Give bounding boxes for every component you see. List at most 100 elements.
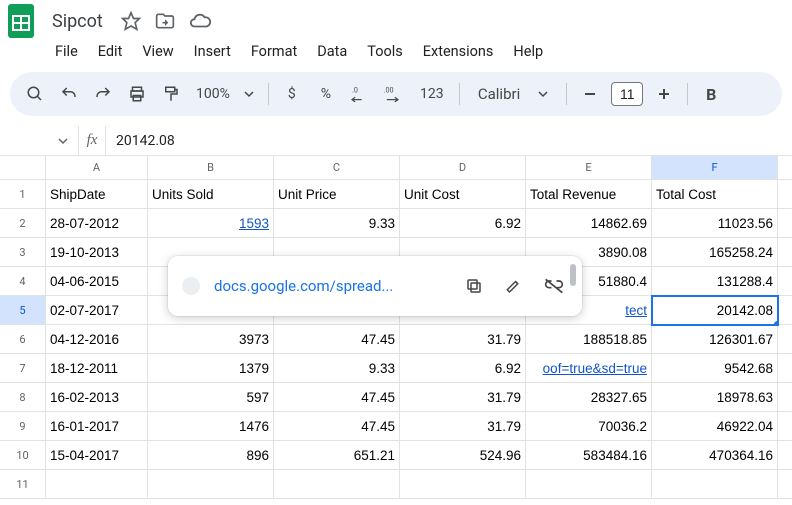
cell[interactable]: 47.45 [274, 383, 400, 412]
cell[interactable]: ShipDate [46, 180, 148, 209]
menu-insert[interactable]: Insert [185, 39, 240, 64]
col-header-e[interactable]: E [526, 156, 652, 179]
cell[interactable]: 6.92 [400, 209, 526, 238]
cell[interactable] [778, 296, 792, 325]
cell[interactable] [778, 441, 792, 470]
row-header[interactable]: 6 [0, 325, 46, 354]
cell[interactable] [778, 238, 792, 267]
cell[interactable] [778, 470, 792, 499]
cell[interactable]: 896 [148, 441, 274, 470]
row-header[interactable]: 8 [0, 383, 46, 412]
zoom-select[interactable]: 100% [190, 86, 260, 102]
col-header-f[interactable]: F [652, 156, 778, 179]
cell[interactable] [778, 325, 792, 354]
cell[interactable] [778, 354, 792, 383]
col-header-b[interactable]: B [148, 156, 274, 179]
cell[interactable]: 28327.65 [526, 383, 652, 412]
cell[interactable]: Unit Price [274, 180, 400, 209]
cell[interactable]: 19-10-2013 [46, 238, 148, 267]
cell[interactable]: 31.79 [400, 412, 526, 441]
cell[interactable]: Units Sold [148, 180, 274, 209]
cell[interactable]: 9542.68 [652, 354, 778, 383]
cell[interactable] [778, 412, 792, 441]
cell[interactable] [400, 470, 526, 499]
cell[interactable] [778, 383, 792, 412]
col-header-next[interactable] [778, 156, 792, 179]
cell[interactable]: 31.79 [400, 325, 526, 354]
cloud-icon[interactable] [189, 10, 211, 32]
percent-icon[interactable]: % [311, 79, 341, 109]
menu-view[interactable]: View [133, 39, 182, 64]
cell[interactable]: 28-07-2012 [46, 209, 148, 238]
cell[interactable]: 20142.08 [652, 296, 778, 325]
cell[interactable]: 470364.16 [652, 441, 778, 470]
print-icon[interactable] [122, 79, 152, 109]
document-title[interactable]: Sipcot [46, 9, 109, 34]
row-header[interactable]: 4 [0, 267, 46, 296]
cell[interactable]: 15-04-2017 [46, 441, 148, 470]
row-header[interactable]: 11 [0, 470, 46, 499]
star-icon[interactable] [121, 10, 141, 32]
col-header-c[interactable]: C [274, 156, 400, 179]
popup-scrollbar[interactable] [570, 264, 576, 286]
sheets-app-icon[interactable] [8, 3, 36, 39]
cell[interactable]: 04-12-2016 [46, 325, 148, 354]
row-header[interactable]: 1 [0, 180, 46, 209]
cell[interactable]: Total Revenue [526, 180, 652, 209]
cell[interactable] [148, 470, 274, 499]
menu-file[interactable]: File [46, 39, 87, 64]
edit-link-icon[interactable] [500, 272, 528, 300]
cell[interactable]: 126301.67 [652, 325, 778, 354]
col-header-a[interactable]: A [46, 156, 148, 179]
font-size-input[interactable] [611, 82, 643, 106]
cell[interactable]: 11023.56 [652, 209, 778, 238]
undo-icon[interactable] [54, 79, 84, 109]
row-header[interactable]: 3 [0, 238, 46, 267]
cell[interactable]: 14862.69 [526, 209, 652, 238]
currency-icon[interactable]: $ [277, 79, 307, 109]
link-url[interactable]: docs.google.com/spread... [214, 277, 450, 295]
font-size-increase[interactable] [649, 79, 679, 109]
cell[interactable]: Total Cost [652, 180, 778, 209]
col-header-d[interactable]: D [400, 156, 526, 179]
row-header[interactable]: 9 [0, 412, 46, 441]
name-box-dropdown[interactable] [8, 136, 78, 146]
cell[interactable]: 31.79 [400, 383, 526, 412]
fx-icon[interactable]: fx [78, 126, 106, 155]
cell[interactable]: 16-02-2013 [46, 383, 148, 412]
cell[interactable]: 9.33 [274, 209, 400, 238]
cell[interactable] [778, 267, 792, 296]
cell[interactable]: 188518.85 [526, 325, 652, 354]
menu-extensions[interactable]: Extensions [414, 39, 503, 64]
cell[interactable]: 597 [148, 383, 274, 412]
decrease-decimal-icon[interactable]: .0 [345, 79, 375, 109]
cell[interactable]: 18978.63 [652, 383, 778, 412]
cell[interactable]: 6.92 [400, 354, 526, 383]
cell[interactable]: 46922.04 [652, 412, 778, 441]
font-size-decrease[interactable] [575, 79, 605, 109]
row-header[interactable]: 10 [0, 441, 46, 470]
font-family-select[interactable]: Calibri [468, 85, 558, 103]
formula-value[interactable]: 20142.08 [106, 133, 175, 149]
format-123-icon[interactable]: 123 [413, 79, 451, 109]
cell[interactable]: 47.45 [274, 412, 400, 441]
cell[interactable]: 9.33 [274, 354, 400, 383]
copy-link-icon[interactable] [460, 272, 488, 300]
cell[interactable]: 524.96 [400, 441, 526, 470]
cell[interactable]: Unit Cost [400, 180, 526, 209]
menu-data[interactable]: Data [308, 39, 356, 64]
cell[interactable]: 18-12-2011 [46, 354, 148, 383]
cell[interactable]: 70036.2 [526, 412, 652, 441]
cell[interactable]: oof=true&sd=true [526, 354, 652, 383]
move-icon[interactable] [155, 10, 175, 32]
row-header[interactable]: 2 [0, 209, 46, 238]
menu-format[interactable]: Format [242, 39, 306, 64]
unlink-icon[interactable] [540, 272, 568, 300]
cell[interactable]: 165258.24 [652, 238, 778, 267]
cell[interactable] [526, 470, 652, 499]
cell[interactable]: 1593 [148, 209, 274, 238]
cell[interactable]: 16-01-2017 [46, 412, 148, 441]
cell[interactable]: 04-06-2015 [46, 267, 148, 296]
cell[interactable]: 1476 [148, 412, 274, 441]
menu-help[interactable]: Help [504, 39, 552, 64]
